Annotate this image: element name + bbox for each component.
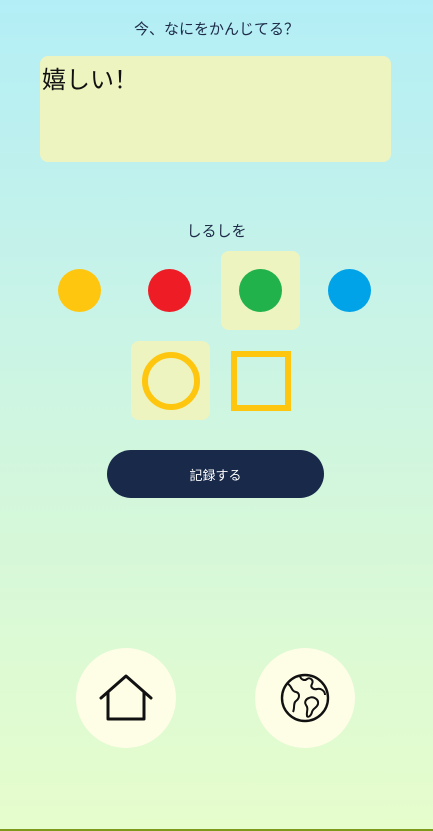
record-button[interactable]: 記録する <box>107 450 324 498</box>
globe-button[interactable] <box>255 648 355 748</box>
color-option-blue[interactable] <box>310 251 389 330</box>
color-option-red[interactable] <box>130 251 209 330</box>
shape-picker <box>0 341 433 420</box>
globe-icon <box>280 673 330 723</box>
home-icon <box>99 674 153 721</box>
shape-option-square[interactable] <box>221 341 300 420</box>
green-dot-icon <box>239 269 282 312</box>
color-option-green[interactable] <box>221 251 300 330</box>
home-button[interactable] <box>76 648 176 748</box>
page-title-prompt: 今、なにをかんじてる？ <box>133 20 299 38</box>
red-dot-icon <box>148 269 191 312</box>
color-picker <box>0 251 433 330</box>
square-icon <box>230 350 291 411</box>
color-option-yellow[interactable] <box>40 251 119 330</box>
mark-label: しるしを <box>186 222 247 240</box>
shape-option-circle[interactable] <box>131 341 210 420</box>
blue-dot-icon <box>328 269 371 312</box>
mood-input[interactable] <box>40 56 391 162</box>
yellow-dot-icon <box>58 269 101 312</box>
circle-icon <box>141 351 200 410</box>
